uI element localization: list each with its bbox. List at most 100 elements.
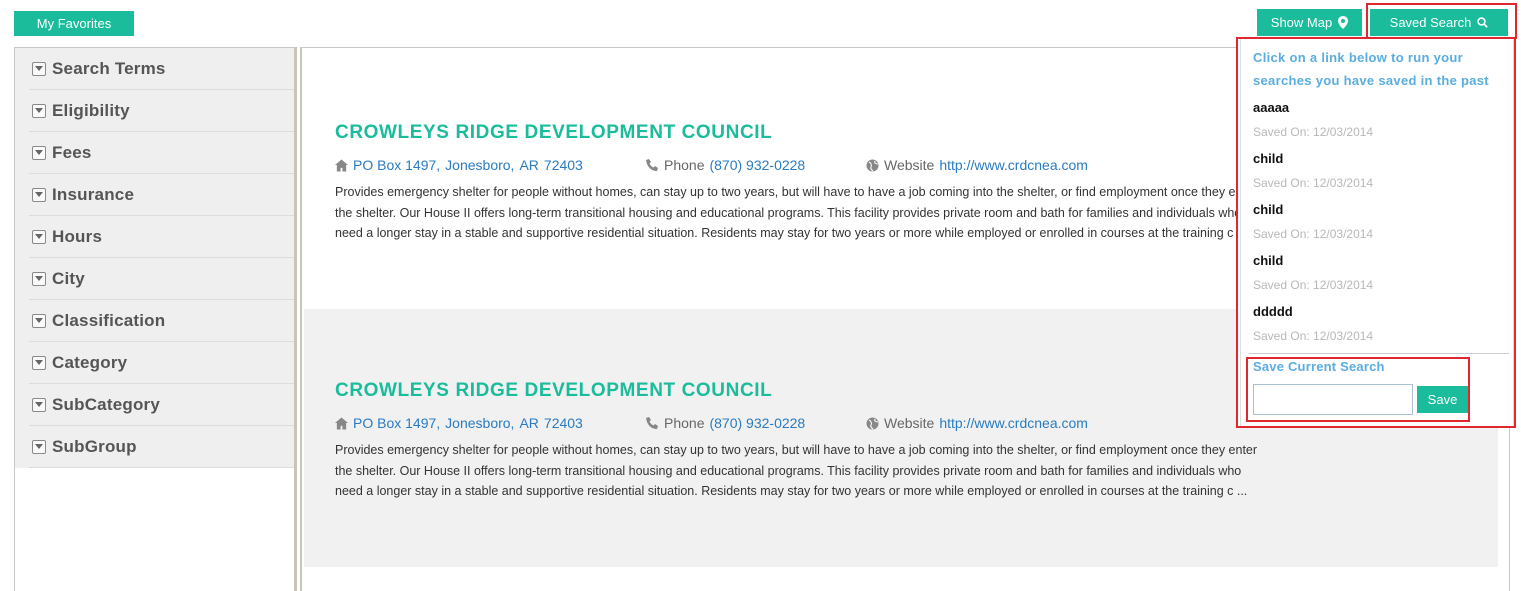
description-line: Provides emergency shelter for people wi… bbox=[335, 443, 1258, 457]
save-button-label: Save bbox=[1427, 392, 1458, 407]
saved-date: Saved On: 12/03/2014 bbox=[1253, 329, 1374, 343]
description-line: the shelter. Our House II offers long-te… bbox=[335, 463, 1242, 478]
address-street[interactable]: PO Box 1497, bbox=[353, 157, 440, 173]
save-search-name-input[interactable] bbox=[1253, 384, 1413, 415]
phone-number-link[interactable]: (870) 932-0228 bbox=[709, 157, 805, 173]
chevron-down-icon[interactable] bbox=[32, 188, 46, 202]
phone-number-link[interactable]: (870) 932-0228 bbox=[709, 415, 805, 431]
saved-search-item: aaaaa Saved On: 12/03/2014 bbox=[1253, 100, 1373, 139]
filter-hours[interactable]: Hours bbox=[15, 216, 294, 258]
address-state[interactable]: AR bbox=[519, 157, 538, 173]
address-city[interactable]: Jonesboro, bbox=[445, 415, 514, 431]
result-description: Provides emergency shelter for people wi… bbox=[335, 440, 1335, 502]
filter-label: Category bbox=[52, 353, 128, 372]
phone-icon bbox=[646, 416, 658, 429]
address-city[interactable]: Jonesboro, bbox=[445, 157, 514, 173]
show-map-button[interactable]: Show Map bbox=[1257, 9, 1362, 36]
filter-label: Search Terms bbox=[52, 59, 166, 78]
website-label: Website bbox=[884, 415, 935, 431]
saved-search-link[interactable]: ddddd bbox=[1253, 304, 1373, 319]
address-zip[interactable]: 72403 bbox=[544, 157, 583, 173]
chevron-down-icon[interactable] bbox=[32, 146, 46, 160]
filter-label: City bbox=[52, 269, 85, 288]
filter-insurance[interactable]: Insurance bbox=[15, 174, 294, 216]
chevron-down-icon[interactable] bbox=[32, 356, 46, 370]
my-favorites-button[interactable]: My Favorites bbox=[14, 11, 134, 36]
filter-subcategory[interactable]: SubCategory bbox=[15, 384, 294, 426]
panel-divider bbox=[1249, 353, 1509, 354]
saved-search-link[interactable]: child bbox=[1253, 202, 1373, 217]
website-link[interactable]: http://www.crdcnea.com bbox=[939, 157, 1088, 173]
website-link[interactable]: http://www.crdcnea.com bbox=[939, 415, 1088, 431]
phone: Phone (870) 932-0228 bbox=[646, 415, 866, 431]
search-icon bbox=[1477, 17, 1489, 28]
description-line: need a longer stay in a stable and suppo… bbox=[335, 226, 1248, 240]
saved-search-panel-body: Click on a link below to run your search… bbox=[1240, 39, 1514, 426]
saved-date: Saved On: 12/03/2014 bbox=[1253, 125, 1374, 139]
saved-search-item: child Saved On: 12/03/2014 bbox=[1253, 151, 1373, 190]
filter-label: Hours bbox=[52, 227, 103, 246]
chevron-down-icon[interactable] bbox=[32, 398, 46, 412]
saved-search-item: child Saved On: 12/03/2014 bbox=[1253, 202, 1373, 241]
address-street[interactable]: PO Box 1497, bbox=[353, 415, 440, 431]
filter-list: Search Terms Eligibility Fees Insurance … bbox=[15, 48, 294, 468]
contact-row: PO Box 1497, Jonesboro, AR 72403 Phone (… bbox=[335, 157, 1088, 173]
filter-label: Insurance bbox=[52, 185, 135, 204]
globe-icon bbox=[866, 417, 879, 429]
map-pin-icon bbox=[1338, 16, 1349, 29]
filter-label: Classification bbox=[52, 311, 166, 330]
address: PO Box 1497, Jonesboro, AR 72403 bbox=[335, 157, 646, 173]
result-title-link[interactable]: CROWLEYS RIDGE DEVELOPMENT COUNCIL bbox=[335, 380, 772, 402]
filter-sidebar: Search Terms Eligibility Fees Insurance … bbox=[14, 47, 297, 591]
intro-line: Click on a link below to run your bbox=[1253, 50, 1463, 65]
phone-icon bbox=[646, 158, 658, 171]
chevron-down-icon[interactable] bbox=[32, 314, 46, 328]
filter-label: Fees bbox=[52, 143, 92, 162]
saved-search-intro: Click on a link below to run your search… bbox=[1253, 46, 1511, 92]
filter-eligibility[interactable]: Eligibility bbox=[15, 90, 294, 132]
chevron-down-icon[interactable] bbox=[32, 272, 46, 286]
website: Website http://www.crdcnea.com bbox=[866, 415, 1088, 431]
website: Website http://www.crdcnea.com bbox=[866, 157, 1088, 173]
phone-label: Phone bbox=[664, 157, 705, 173]
filter-classification[interactable]: Classification bbox=[15, 300, 294, 342]
home-icon bbox=[335, 416, 348, 430]
save-current-search-label: Save Current Search bbox=[1253, 359, 1385, 374]
save-search-button[interactable]: Save bbox=[1417, 386, 1468, 413]
chevron-down-icon[interactable] bbox=[32, 104, 46, 118]
description-line: need a longer stay in a stable and suppo… bbox=[335, 484, 1248, 498]
show-map-label: Show Map bbox=[1270, 15, 1333, 30]
filter-city[interactable]: City bbox=[15, 258, 294, 300]
chevron-down-icon[interactable] bbox=[32, 440, 46, 454]
saved-search-link[interactable]: child bbox=[1253, 151, 1373, 166]
filter-label: SubGroup bbox=[52, 437, 137, 456]
my-favorites-label: My Favorites bbox=[36, 16, 112, 31]
saved-search-button[interactable]: Saved Search bbox=[1370, 9, 1508, 36]
intro-line: searches you have saved in the past bbox=[1253, 73, 1489, 88]
saved-date: Saved On: 12/03/2014 bbox=[1253, 227, 1374, 241]
phone: Phone (870) 932-0228 bbox=[646, 157, 866, 173]
filter-label: SubCategory bbox=[52, 395, 160, 414]
filter-label: Eligibility bbox=[52, 101, 130, 120]
saved-date: Saved On: 12/03/2014 bbox=[1253, 176, 1374, 190]
filter-fees[interactable]: Fees bbox=[15, 132, 294, 174]
address: PO Box 1497, Jonesboro, AR 72403 bbox=[335, 415, 646, 431]
saved-date: Saved On: 12/03/2014 bbox=[1253, 278, 1374, 292]
contact-row: PO Box 1497, Jonesboro, AR 72403 Phone (… bbox=[335, 415, 1088, 431]
address-zip[interactable]: 72403 bbox=[544, 415, 583, 431]
description-line: the shelter. Our House II offers long-te… bbox=[335, 205, 1242, 220]
saved-search-link[interactable]: child bbox=[1253, 253, 1373, 268]
saved-search-label: Saved Search bbox=[1389, 15, 1472, 30]
filter-search-terms[interactable]: Search Terms bbox=[15, 48, 294, 90]
description-line: Provides emergency shelter for people wi… bbox=[335, 185, 1258, 199]
address-state[interactable]: AR bbox=[519, 415, 538, 431]
phone-label: Phone bbox=[664, 415, 705, 431]
chevron-down-icon[interactable] bbox=[32, 62, 46, 76]
result-title-link[interactable]: CROWLEYS RIDGE DEVELOPMENT COUNCIL bbox=[335, 122, 772, 144]
saved-search-item: ddddd Saved On: 12/03/2014 bbox=[1253, 304, 1373, 343]
saved-search-link[interactable]: aaaaa bbox=[1253, 100, 1373, 115]
chevron-down-icon[interactable] bbox=[32, 230, 46, 244]
filter-category[interactable]: Category bbox=[15, 342, 294, 384]
website-label: Website bbox=[884, 157, 935, 173]
filter-subgroup[interactable]: SubGroup bbox=[15, 426, 294, 468]
